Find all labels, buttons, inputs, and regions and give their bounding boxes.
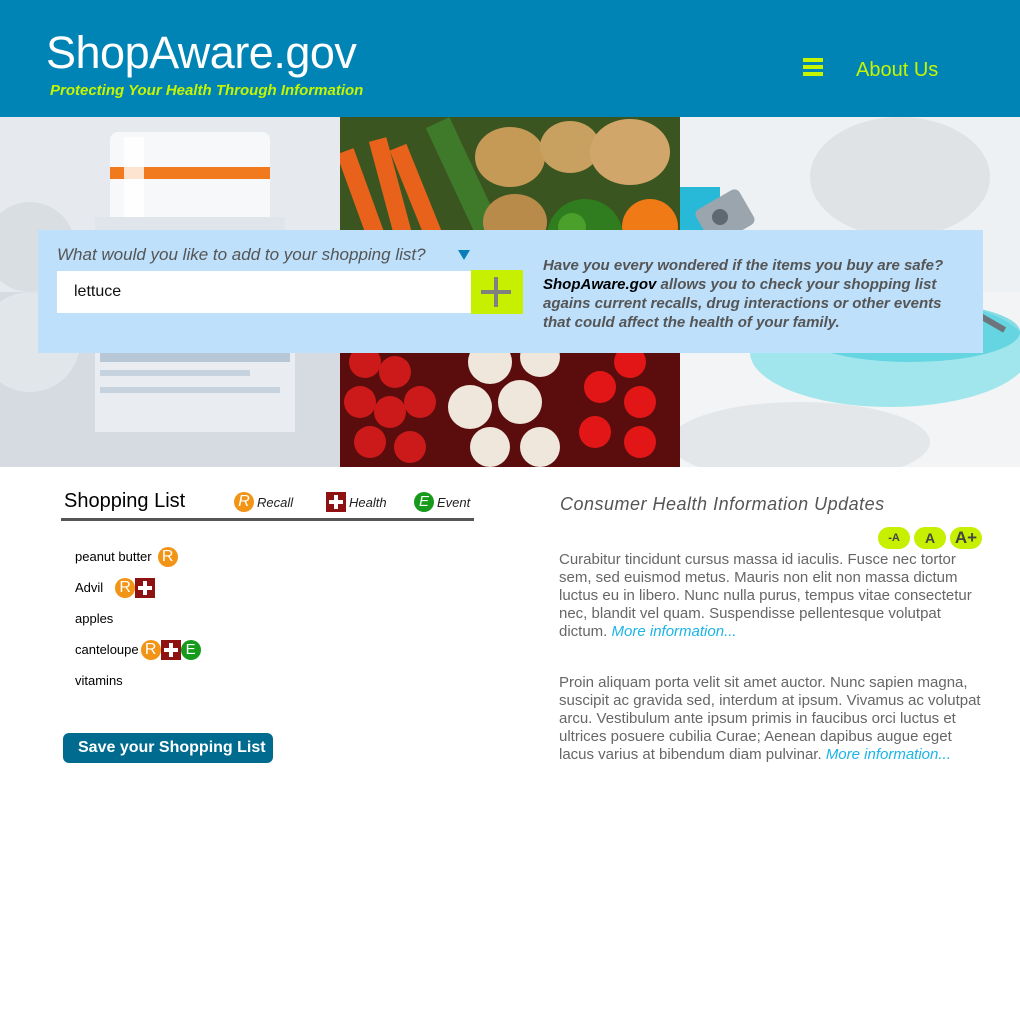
event-icon[interactable]: E xyxy=(180,639,201,660)
health-cross-icon[interactable] xyxy=(160,639,181,660)
save-list-button[interactable]: Save your Shopping List xyxy=(63,733,273,763)
hamburger-icon[interactable] xyxy=(803,58,823,78)
more-info-link[interactable]: More information... xyxy=(826,746,951,763)
item-name: apples xyxy=(75,611,114,626)
updates-title: Consumer Health Information Updates xyxy=(560,494,885,514)
list-item[interactable]: vitamins xyxy=(75,665,201,696)
article: Proin aliquam porta velit sit amet aucto… xyxy=(559,674,987,764)
about-us-link[interactable]: About Us xyxy=(856,59,938,82)
recall-icon[interactable]: R xyxy=(115,577,136,598)
search-panel: What would you like to add to your shopp… xyxy=(38,230,983,353)
health-cross-icon[interactable] xyxy=(135,577,156,598)
site-tagline: Protecting Your Health Through Informati… xyxy=(50,82,364,99)
list-item[interactable]: Advil R xyxy=(75,572,201,603)
legend-health: Health xyxy=(326,492,387,512)
description-brand: ShopAware.gov xyxy=(543,276,657,293)
item-name: peanut butter xyxy=(75,549,152,564)
search-description: Have you every wondered if the items you… xyxy=(543,256,973,332)
article: Curabitur tincidunt cursus massa id iacu… xyxy=(559,551,987,641)
search-prompt: What would you like to add to your shopp… xyxy=(57,245,426,264)
recall-icon[interactable]: R xyxy=(140,639,161,660)
shopping-list-title: Shopping List xyxy=(64,490,186,512)
legend-label: Health xyxy=(349,494,387,510)
normal-font-button[interactable]: A xyxy=(914,527,946,549)
item-name: Advil xyxy=(75,580,104,595)
list-item[interactable]: peanut butter R xyxy=(75,541,201,572)
more-info-link[interactable]: More information... xyxy=(612,623,737,640)
description-intro: Have you every wondered if the items you… xyxy=(543,257,944,274)
legend-label: Event xyxy=(437,494,471,510)
site-logo[interactable]: ShopAware.gov xyxy=(46,30,357,75)
item-name: vitamins xyxy=(75,673,123,688)
divider xyxy=(61,518,474,521)
recall-icon[interactable]: R xyxy=(157,546,178,567)
legend-event: E Event xyxy=(414,492,470,512)
add-item-button[interactable] xyxy=(471,270,523,314)
font-size-controls: -A A A+ xyxy=(878,527,986,549)
legend-label: Recall xyxy=(257,494,294,510)
shopping-list: peanut butter R Advil R apples canteloup… xyxy=(75,541,201,696)
site-header: ShopAware.gov Protecting Your Health Thr… xyxy=(0,0,1020,117)
decrease-font-button[interactable]: -A xyxy=(878,527,910,549)
legend-recall: R Recall xyxy=(234,492,293,512)
dropdown-arrow-icon[interactable] xyxy=(458,250,470,260)
event-icon: E xyxy=(414,492,434,512)
increase-font-button[interactable]: A+ xyxy=(950,527,982,549)
list-item[interactable]: canteloupe RE xyxy=(75,634,201,665)
item-name: canteloupe xyxy=(75,642,139,657)
list-item[interactable]: apples xyxy=(75,603,201,634)
search-input[interactable] xyxy=(57,271,471,313)
recall-icon: R xyxy=(234,492,254,512)
health-cross-icon xyxy=(326,492,346,512)
